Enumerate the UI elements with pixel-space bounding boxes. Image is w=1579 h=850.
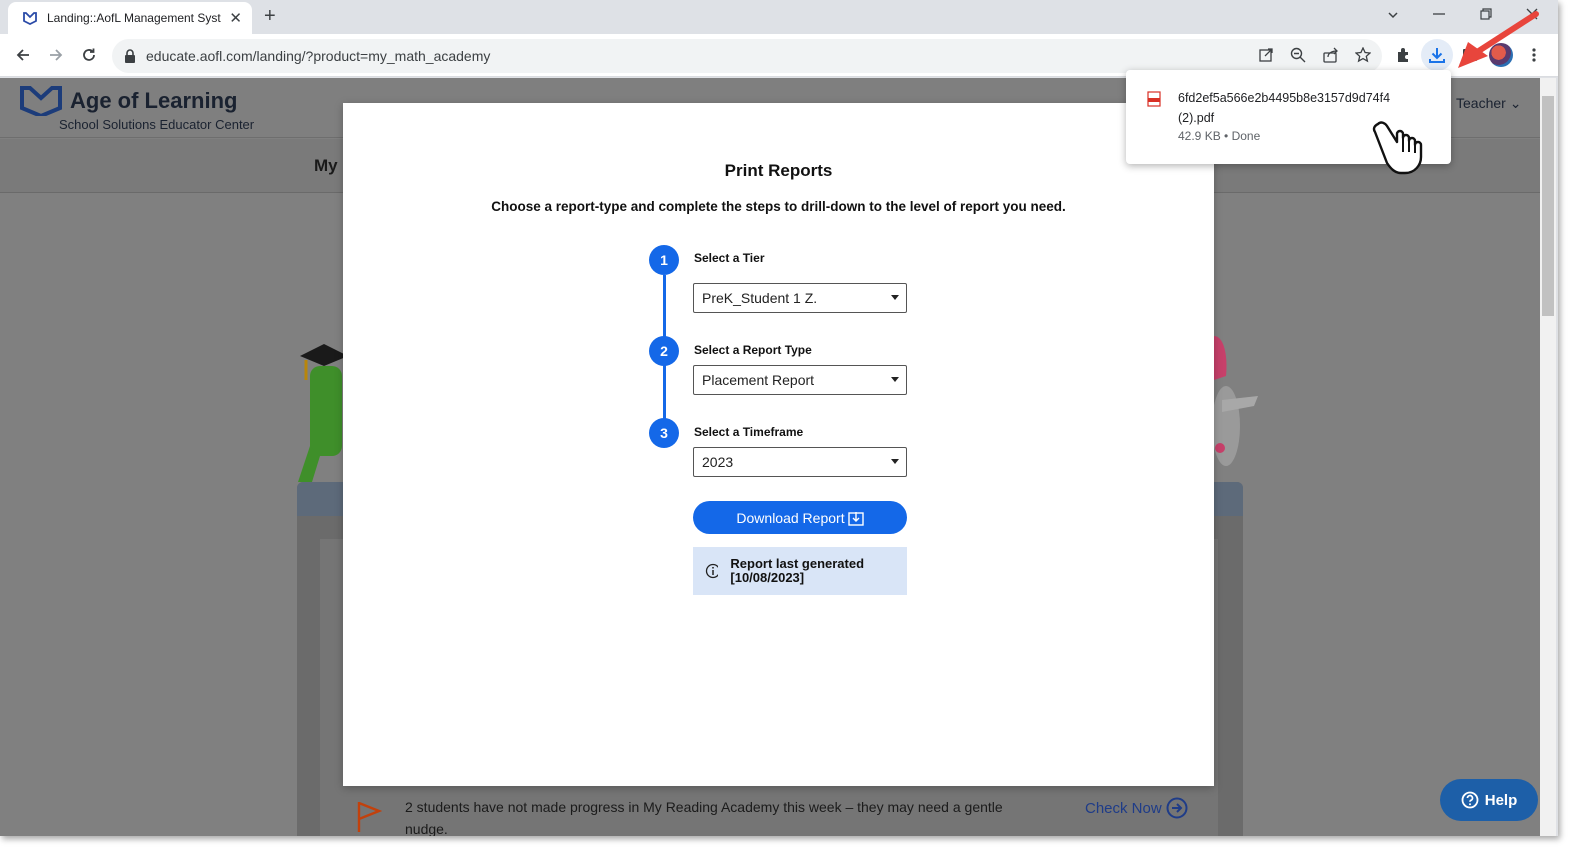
check-now-link[interactable]: Check Now [1085,797,1188,819]
modal-title: Print Reports [724,161,833,180]
tab-close-icon[interactable]: ✕ [229,9,242,27]
forward-arrow-icon [50,49,63,61]
extensions-puzzle-icon[interactable] [1392,43,1416,67]
tab-strip: Landing::AofL Management Syst ✕ + [0,0,1558,34]
aofl-favicon-icon [23,12,37,26]
report-type-select-value: Placement Report [702,372,815,388]
download-meta: 42.9 KB • Done [1178,129,1261,143]
age-of-learning-logo-icon [20,86,62,119]
reload-icon [83,48,95,61]
progress-alert-banner: 2 students have not made progress in My … [340,788,1220,836]
tier-select[interactable]: PreK_Student 1 Z. [693,283,907,313]
chevron-down-icon [891,459,899,464]
print-reports-modal: Print Reports Choose a report-type and c… [343,103,1214,786]
annotation-arrow-icon [1458,11,1539,68]
address-bar[interactable]: educate.aofl.com/landing/?product=my_mat… [112,39,1382,73]
download-report-label: Download Report [736,509,845,526]
check-now-label: Check Now [1085,799,1162,817]
info-icon [705,563,719,579]
last-generated-text: Report last generated [10/08/2023] [730,556,865,585]
site-brand-name: Age of Learning [70,88,238,113]
help-button[interactable]: Help [1440,779,1538,821]
step-3-badge: 3 [649,418,679,448]
timeframe-select[interactable]: 2023 [693,447,907,477]
share-icon[interactable] [1319,43,1343,67]
step-2-badge: 2 [649,336,679,366]
modal-subtitle: Choose a report-type and complete the st… [491,199,1066,214]
new-tab-icon[interactable]: + [264,5,276,28]
chevron-down-icon [891,377,899,382]
step-1-badge: 1 [649,245,679,275]
scrollbar-thumb[interactable] [1542,96,1554,316]
tier-select-value: PreK_Student 1 Z. [702,290,818,306]
bookmark-star-icon[interactable] [1351,43,1375,67]
help-label: Help [1484,791,1518,809]
lock-icon [125,49,135,63]
question-circle-icon [1461,791,1479,809]
site-subtitle: School Solutions Educator Center [59,117,255,132]
step-2-label: Select a Report Type [694,343,812,357]
page-scrollbar[interactable] [1540,78,1556,836]
last-generated-notice: Report last generated [10/08/2023] [693,547,907,595]
product-nav-link[interactable]: My [314,156,338,176]
step-1-label: Select a Tier [694,251,765,265]
browser-window: Landing::AofL Management Syst ✕ + educat… [0,0,1558,836]
timeframe-select-value: 2023 [702,454,734,470]
back-arrow-icon [16,49,29,61]
downloads-button[interactable] [1421,39,1453,71]
pdf-file-icon [1147,91,1161,107]
mascot-right-illustration [1212,336,1258,466]
mascot-left-illustration [298,344,346,482]
tab-title: Landing::AofL Management Syst [47,11,221,25]
back-button[interactable] [11,43,35,67]
download-box-icon [847,511,864,526]
open-in-app-icon[interactable] [1254,43,1278,67]
chevron-down-icon: ⌄ [1509,95,1522,111]
alert-message: 2 students have not made progress in My … [405,799,1003,836]
report-type-select[interactable]: Placement Report [693,365,907,395]
download-icon [1429,48,1445,63]
user-menu[interactable]: Teacher ⌄ [1456,95,1521,112]
minimize-icon[interactable] [1433,13,1445,17]
forward-button[interactable] [44,43,68,67]
site-logo[interactable]: Age of Learning School Solutions Educato… [20,84,254,132]
flag-icon [357,801,382,832]
url-text: educate.aofl.com/landing/?product=my_mat… [146,48,491,64]
arrow-right-circle-icon [1166,797,1188,819]
reload-button[interactable] [77,43,101,67]
tab-search-chevron-icon[interactable] [1387,9,1399,21]
hand-cursor-icon [1372,121,1423,175]
user-menu-label: Teacher [1456,95,1506,111]
step-3-label: Select a Timeframe [694,425,804,439]
chevron-down-icon [891,295,899,300]
zoom-icon[interactable] [1286,43,1310,67]
browser-tab[interactable]: Landing::AofL Management Syst ✕ [8,2,252,34]
download-report-button[interactable]: Download Report [693,501,907,534]
